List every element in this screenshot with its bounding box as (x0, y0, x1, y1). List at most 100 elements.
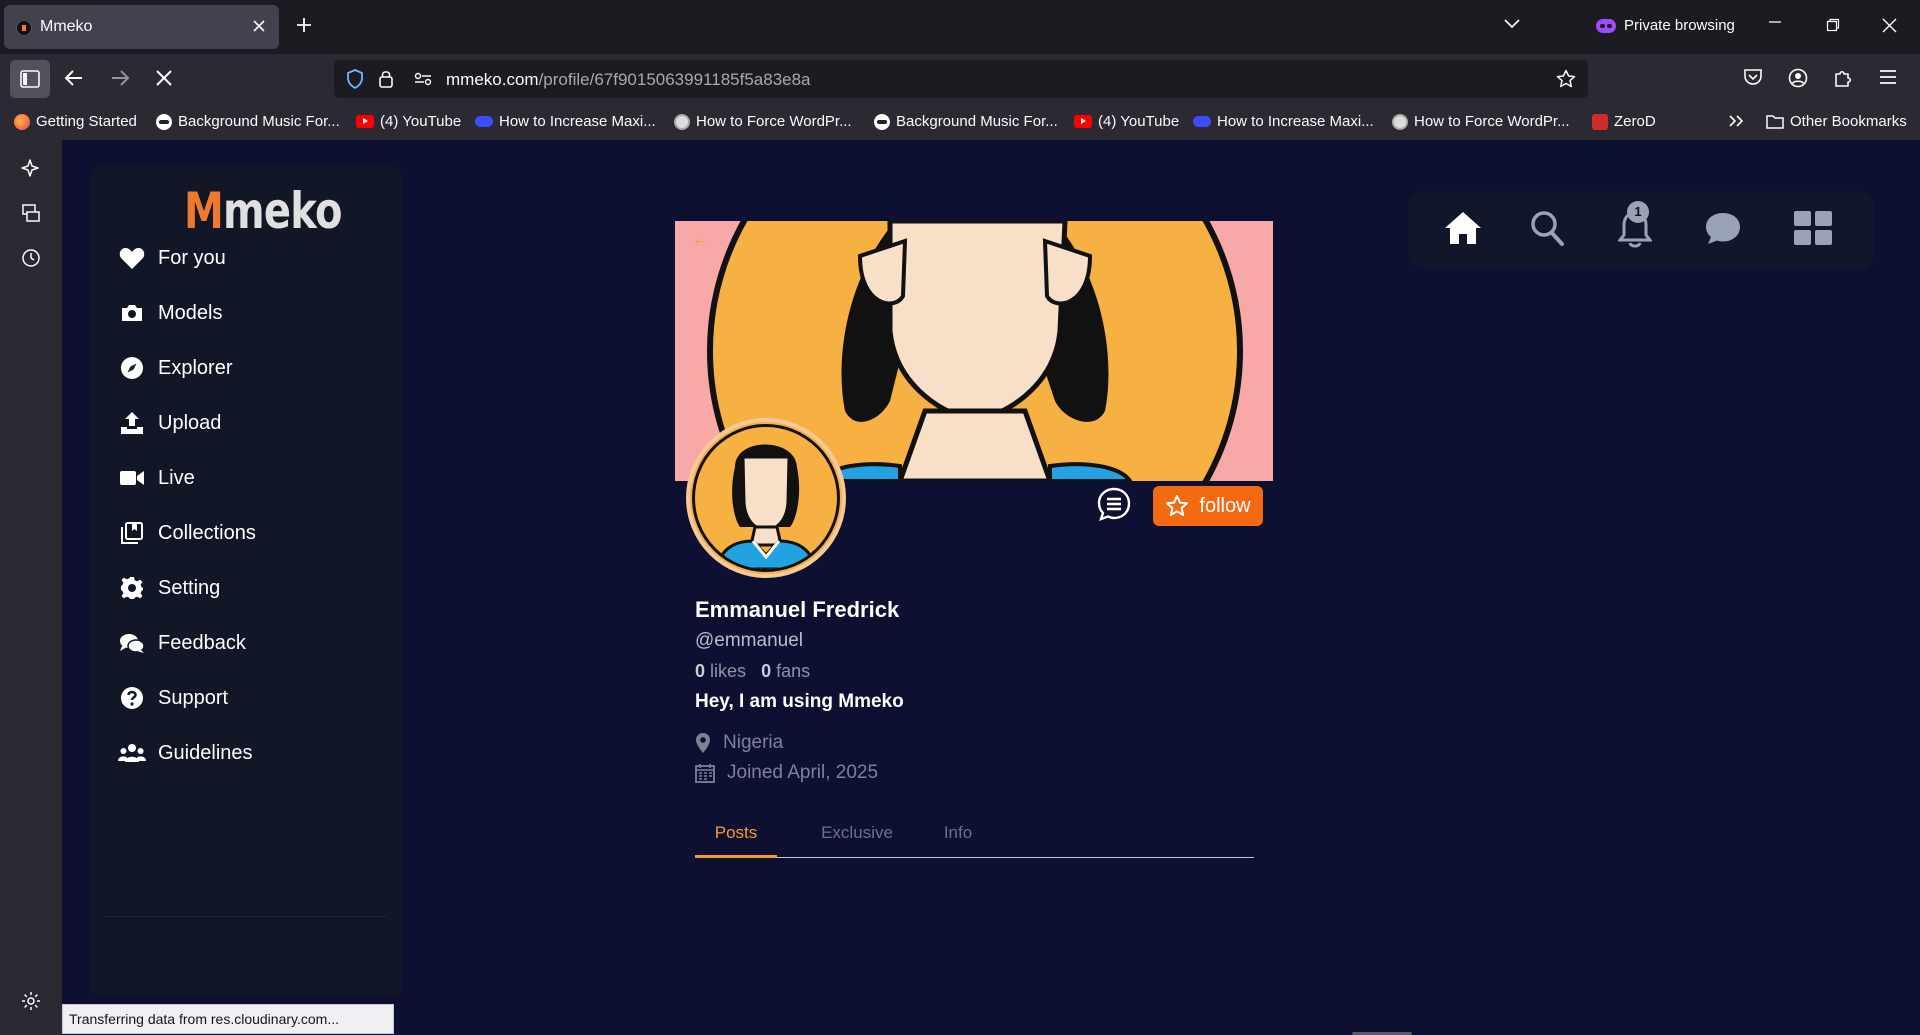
extensions-icon[interactable] (1833, 68, 1853, 88)
new-tab-icon[interactable] (295, 16, 313, 34)
stop-loading-icon[interactable] (155, 69, 173, 87)
url-text: mmeko.com/profile/67f9015063991185f5a83e… (446, 70, 811, 90)
private-mask-icon (1596, 18, 1616, 33)
profile-tabs: Posts Exclusive Info (695, 823, 1254, 858)
mmeko-favicon-icon (16, 20, 32, 36)
sidebar-item-upload[interactable]: Upload (118, 401, 378, 445)
bookmark-item[interactable]: Background Music For... (156, 113, 340, 130)
browser-status-bar: Transferring data from res.cloudinary.co… (62, 1004, 394, 1034)
follow-button[interactable]: follow (1153, 486, 1263, 526)
sidebar-item-support[interactable]: Support (118, 676, 378, 720)
sidebar-item-guidelines[interactable]: Guidelines (118, 731, 378, 775)
avatar[interactable] (686, 418, 846, 578)
shield-icon[interactable] (346, 69, 364, 89)
other-bookmarks-label: Other Bookmarks (1790, 113, 1907, 130)
grid-menu-icon[interactable] (1793, 210, 1833, 251)
heart-icon (118, 244, 146, 272)
location-text: Nigeria (723, 732, 784, 753)
url-bar[interactable]: mmeko.com/profile/67f9015063991185f5a83e… (334, 60, 1588, 98)
forward-arrow-icon[interactable] (110, 69, 130, 87)
bookmark-item[interactable]: How to Increase Maxi... (475, 113, 656, 130)
back-arrow-icon[interactable] (64, 69, 84, 87)
likes-label: likes (710, 661, 747, 681)
ai-sparkle-icon[interactable] (21, 158, 41, 178)
back-arrow-icon[interactable]: ← (691, 228, 711, 251)
bookmark-label: (4) YouTube (1098, 113, 1180, 130)
sidebar-item-models[interactable]: Models (118, 291, 378, 335)
hamburger-menu-icon[interactable] (1879, 69, 1897, 85)
youtube-icon (1074, 115, 1092, 128)
profile-name: Emmanuel Fredrick (695, 597, 900, 622)
pocket-icon[interactable] (1743, 68, 1763, 86)
profile-location: Nigeria (695, 732, 783, 754)
firefox-icon (14, 113, 30, 130)
bookmarks-bar: Getting Started Background Music For... … (0, 104, 1920, 140)
other-bookmarks[interactable]: Other Bookmarks (1766, 113, 1907, 130)
users-icon (118, 739, 146, 767)
profile-stats: 0 likes 0 fans (695, 661, 810, 682)
chevron-down-icon[interactable] (1503, 18, 1521, 30)
bookmark-item[interactable]: How to Increase Maxi... (1193, 113, 1374, 130)
bookmark-item[interactable]: ZeroD (1592, 113, 1656, 130)
wordpress-icon (674, 113, 690, 130)
sidebar-item-label: Explorer (158, 356, 233, 379)
permissions-icon[interactable] (414, 72, 432, 86)
bookmark-item[interactable]: Getting Started (14, 113, 137, 130)
folder-icon (1766, 115, 1784, 129)
mmeko-logo[interactable]: Mmeko (184, 182, 342, 240)
youtube-icon (356, 115, 374, 128)
app-top-navigation: 1 (1408, 191, 1874, 269)
bookmark-item[interactable]: How to Force WordPr... (674, 113, 852, 130)
synced-tabs-icon[interactable] (21, 203, 41, 223)
message-button[interactable] (1096, 486, 1132, 522)
bookmark-item[interactable]: (4) YouTube (1074, 113, 1179, 130)
chat-icon[interactable] (1704, 210, 1742, 251)
collections-icon (118, 519, 146, 547)
fans-label: fans (776, 661, 811, 681)
private-browsing-indicator: Private browsing (1596, 17, 1735, 34)
camera-icon (118, 299, 146, 327)
app-sidebar: Mmeko For you Models Explorer Upload Liv… (90, 166, 402, 996)
bookmark-item[interactable]: Background Music For... (874, 113, 1058, 130)
tab-exclusive[interactable]: Exclusive (807, 823, 907, 858)
bookmark-label: Getting Started (36, 113, 137, 130)
sidebar-item-collections[interactable]: Collections (118, 511, 378, 555)
account-icon[interactable] (1788, 68, 1808, 88)
bookmark-item[interactable]: How to Force WordPr... (1392, 113, 1570, 130)
window-close-icon[interactable] (1882, 18, 1897, 33)
notification-badge: 1 (1627, 201, 1649, 223)
sidebar-item-for-you[interactable]: For you (118, 236, 378, 280)
browser-settings-icon[interactable] (21, 991, 41, 1011)
follow-label: follow (1199, 494, 1251, 517)
tab-info[interactable]: Info (928, 823, 988, 858)
search-icon[interactable] (1530, 210, 1564, 251)
profile-joined: Joined April, 2025 (695, 762, 878, 784)
home-icon[interactable] (1444, 210, 1482, 251)
cloud-icon (1193, 116, 1211, 127)
tab-posts[interactable]: Posts (695, 823, 777, 858)
sidebar-item-label: Setting (158, 576, 221, 599)
sidebar-item-setting[interactable]: Setting (118, 566, 378, 610)
close-tab-icon[interactable] (252, 19, 266, 33)
restore-icon[interactable] (1826, 18, 1840, 32)
sidebar-item-explorer[interactable]: Explorer (118, 346, 378, 390)
sidebar-item-live[interactable]: Live (118, 456, 378, 500)
sidebar-toggle-button[interactable] (10, 60, 50, 98)
lock-icon[interactable] (378, 69, 394, 89)
sidebar-item-label: Live (158, 466, 195, 489)
bookmark-item[interactable]: (4) YouTube (356, 113, 461, 130)
sidebar-item-label: Guidelines (158, 741, 253, 764)
bookmark-star-icon[interactable] (1556, 69, 1576, 89)
chat-bubble-icon (1097, 487, 1131, 521)
logo-m: M (184, 182, 224, 240)
zerod-icon (1592, 113, 1608, 130)
chevron-double-right-icon[interactable] (1728, 114, 1746, 128)
browser-sidebar (0, 140, 62, 1035)
logo-text: meko (223, 182, 342, 240)
browser-tab[interactable]: Mmeko (4, 5, 279, 49)
history-clock-icon[interactable] (21, 248, 41, 268)
sidebar-item-feedback[interactable]: Feedback (118, 621, 378, 665)
minimize-icon[interactable] (1768, 20, 1782, 24)
browser-toolbar: mmeko.com/profile/67f9015063991185f5a83e… (0, 54, 1920, 104)
bookmark-label: ZeroD (1614, 113, 1656, 130)
